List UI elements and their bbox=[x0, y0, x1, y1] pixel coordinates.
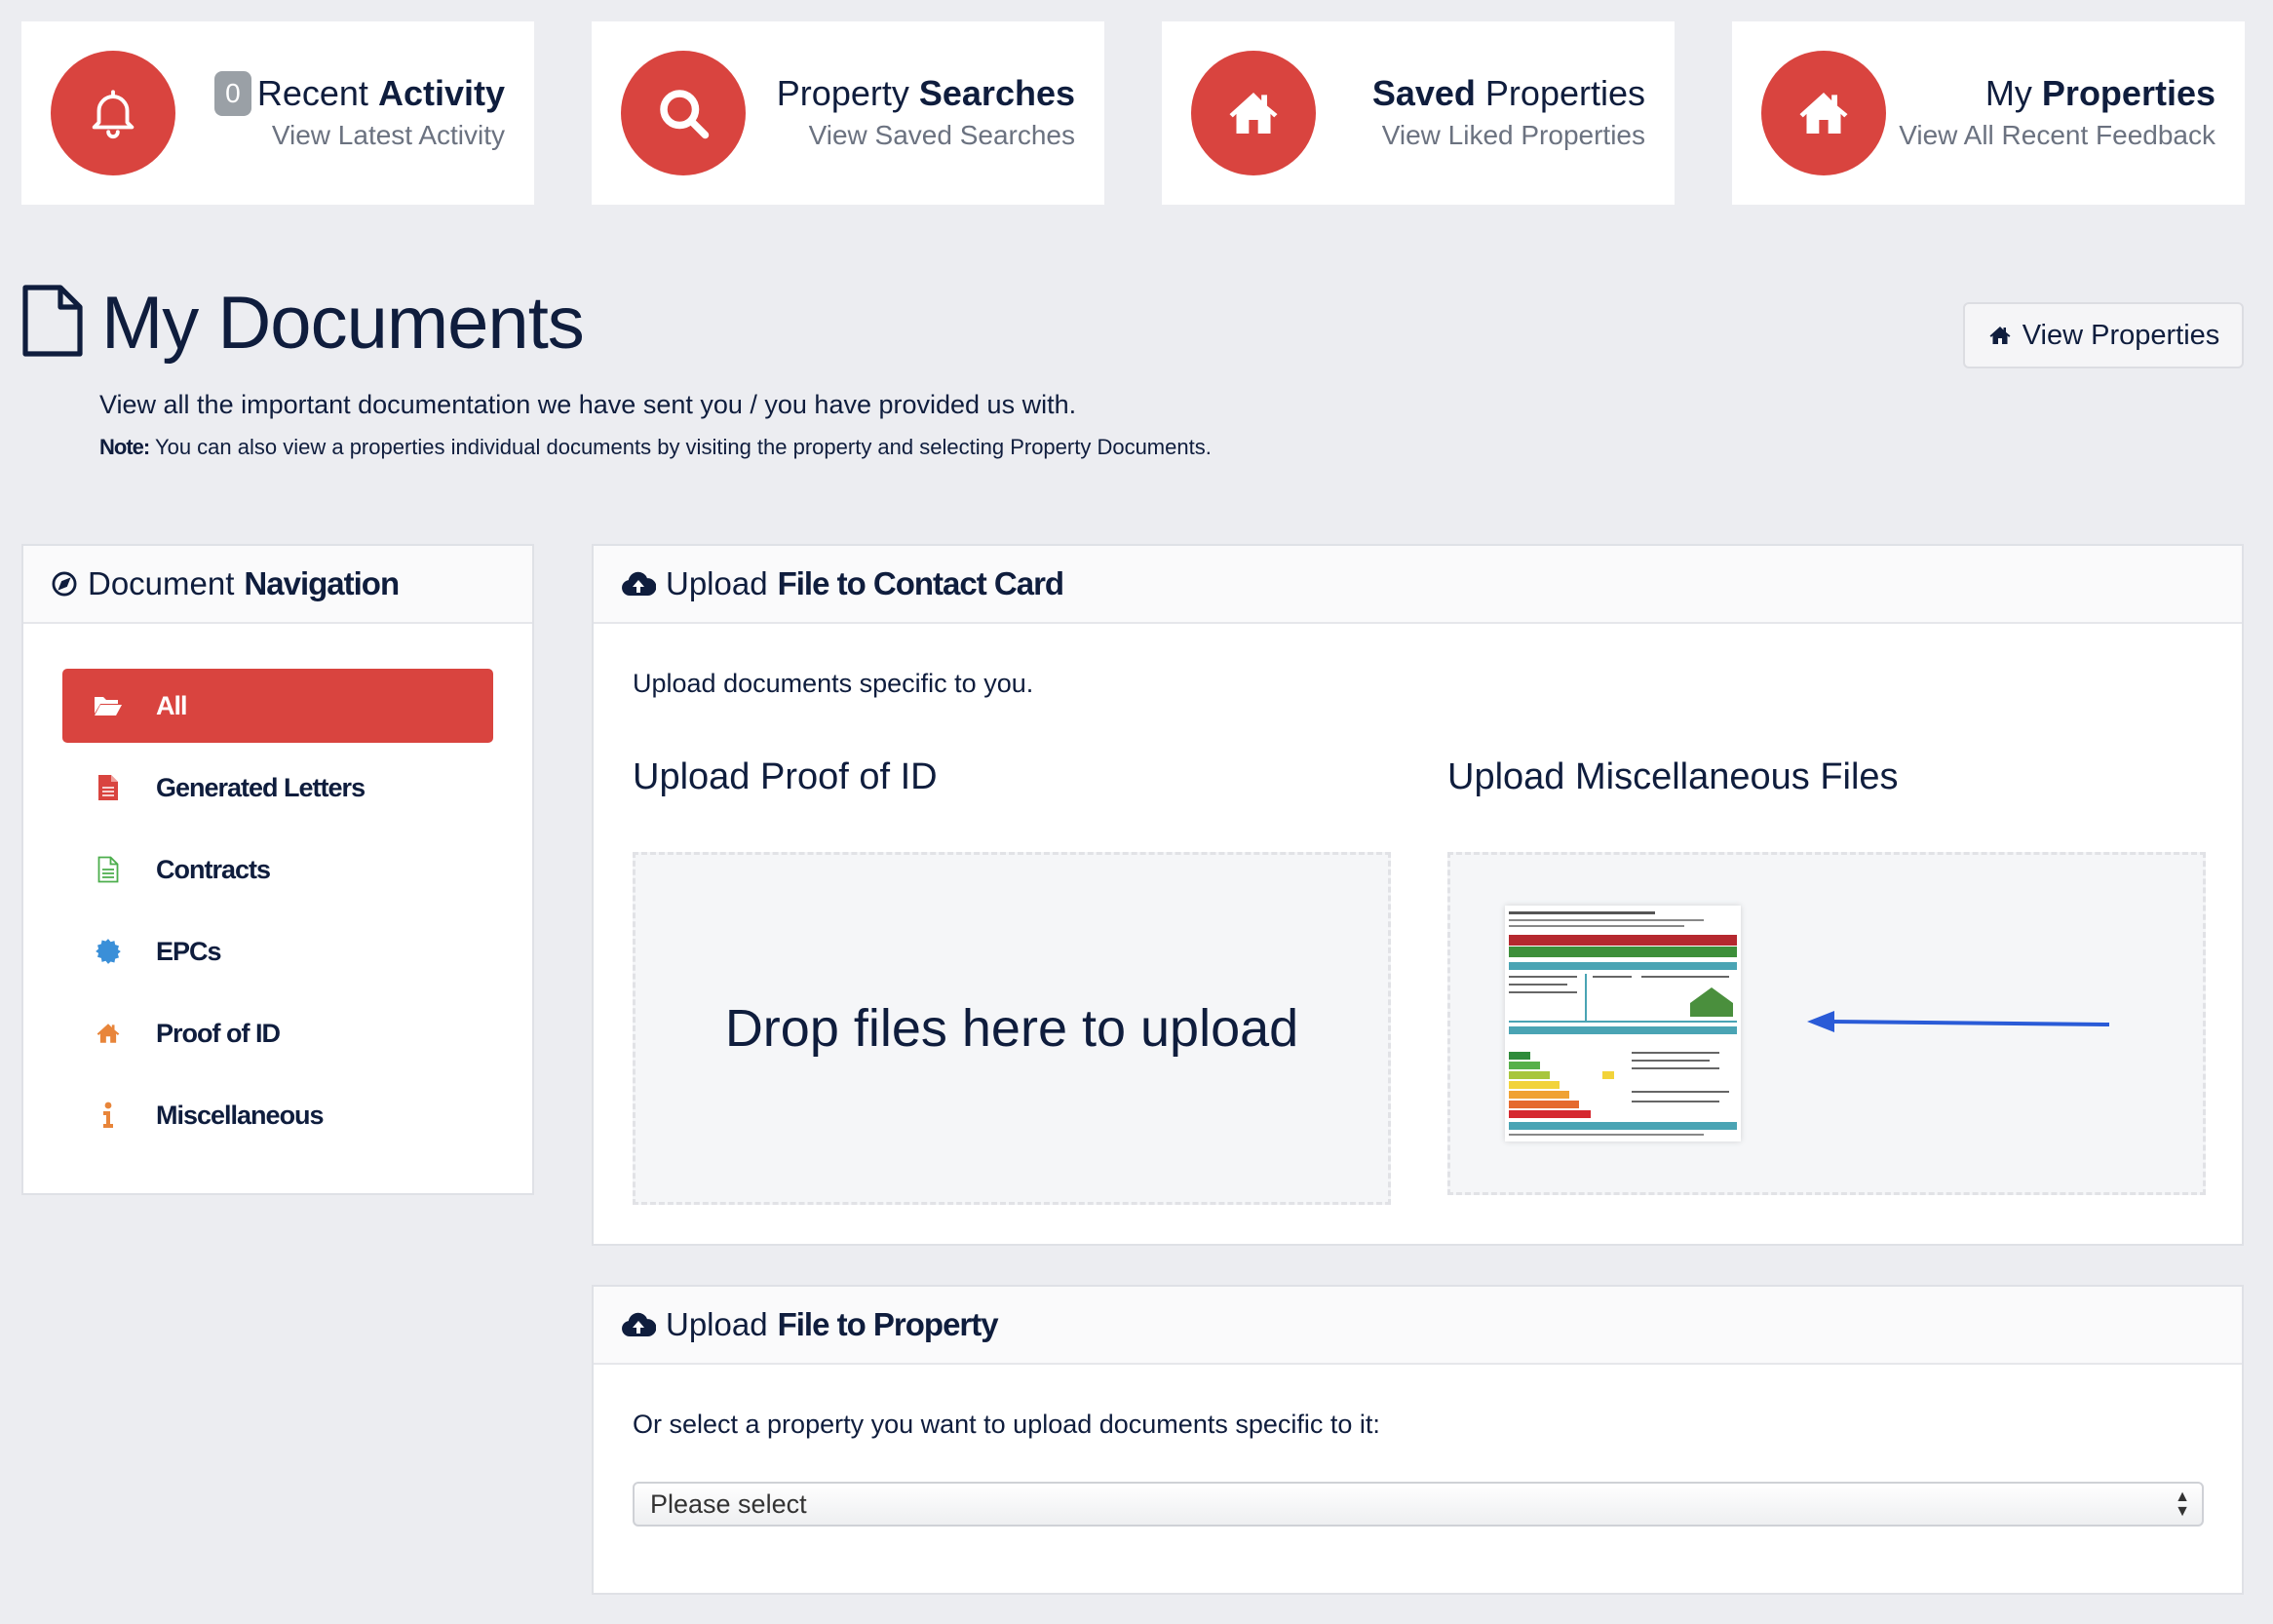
cloud-upload-icon bbox=[621, 570, 656, 598]
stat-title: Saved Properties bbox=[1371, 73, 1645, 113]
file-icon bbox=[94, 774, 123, 801]
upload-proof-label: Upload Proof of ID bbox=[633, 756, 938, 797]
stat-card-my-properties[interactable]: My Properties View All Recent Feedback bbox=[1732, 21, 2245, 205]
nav-item-contracts[interactable]: Contracts bbox=[62, 832, 493, 907]
page-title: My Documents bbox=[101, 282, 585, 365]
upload-misc-label: Upload Miscellaneous Files bbox=[1447, 756, 1899, 797]
property-select[interactable]: Please select ▲ ▼ bbox=[633, 1482, 2204, 1527]
folder-open-icon bbox=[94, 694, 123, 717]
note-text: Note: You can also view a properties ind… bbox=[99, 435, 1212, 459]
intro-text: View all the important documentation we … bbox=[99, 390, 1077, 419]
view-properties-button[interactable]: View Properties bbox=[1963, 302, 2244, 368]
document-icon bbox=[21, 284, 84, 363]
stat-card-recent-activity[interactable]: 0 Recent Activity View Latest Activity bbox=[21, 21, 534, 205]
panel-heading: Document Navigation bbox=[23, 546, 532, 624]
nav-item-all[interactable]: All bbox=[62, 669, 493, 743]
arrow-annotation bbox=[1807, 1011, 2110, 1032]
nav-item-generated-letters[interactable]: Generated Letters bbox=[62, 751, 493, 825]
activity-count-badge: 0 bbox=[213, 71, 251, 116]
stat-title: 0 Recent Activity bbox=[175, 71, 505, 116]
stat-subtitle: View Liked Properties bbox=[1381, 120, 1645, 150]
home-icon bbox=[1191, 51, 1316, 175]
nav-item-miscellaneous[interactable]: Miscellaneous bbox=[62, 1078, 493, 1152]
home-icon bbox=[1761, 51, 1886, 175]
page-header: My Documents bbox=[21, 281, 585, 366]
file-text-icon bbox=[94, 856, 123, 883]
select-property-description: Or select a property you want to upload … bbox=[633, 1410, 1380, 1439]
compass-icon bbox=[51, 570, 78, 598]
stat-title: My Properties bbox=[1984, 73, 2215, 113]
select-arrows-icon: ▲ ▼ bbox=[2175, 1489, 2190, 1520]
certificate-icon bbox=[94, 938, 123, 965]
document-nav-list: All Generated Letters Contracts EPCs Pro… bbox=[23, 624, 532, 1152]
stat-subtitle: View Latest Activity bbox=[271, 120, 505, 150]
drop-files-text: Drop files here to upload bbox=[724, 999, 1299, 1058]
epc-document-thumbnail[interactable] bbox=[1505, 906, 1741, 1141]
panel-heading: Upload File to Property bbox=[594, 1287, 2242, 1365]
upload-contact-card-panel: Upload File to Contact Card Upload docume… bbox=[592, 544, 2244, 1246]
stat-subtitle: View All Recent Feedback bbox=[1899, 120, 2215, 150]
upload-description: Upload documents specific to you. bbox=[633, 669, 1034, 698]
bell-icon bbox=[51, 51, 175, 175]
panel-heading: Upload File to Contact Card bbox=[594, 546, 2242, 624]
stat-card-saved-properties[interactable]: Saved Properties View Liked Properties bbox=[1162, 21, 1675, 205]
nav-item-epcs[interactable]: EPCs bbox=[62, 914, 493, 988]
search-icon bbox=[621, 51, 746, 175]
stat-card-property-searches[interactable]: Property Searches View Saved Searches bbox=[592, 21, 1104, 205]
upload-property-panel: Upload File to Property Or select a prope… bbox=[592, 1285, 2244, 1595]
stat-subtitle: View Saved Searches bbox=[808, 120, 1075, 150]
cloud-upload-icon bbox=[621, 1311, 656, 1338]
stat-title: Property Searches bbox=[776, 73, 1075, 113]
document-navigation-panel: Document Navigation All Generated Letters… bbox=[21, 544, 534, 1195]
proof-of-id-dropzone[interactable]: Drop files here to upload bbox=[633, 852, 1391, 1205]
miscellaneous-dropzone[interactable] bbox=[1447, 852, 2206, 1195]
nav-item-proof-of-id[interactable]: Proof of ID bbox=[62, 996, 493, 1070]
home-icon bbox=[1989, 327, 2011, 344]
info-icon bbox=[94, 1102, 123, 1129]
home-icon bbox=[94, 1021, 123, 1046]
